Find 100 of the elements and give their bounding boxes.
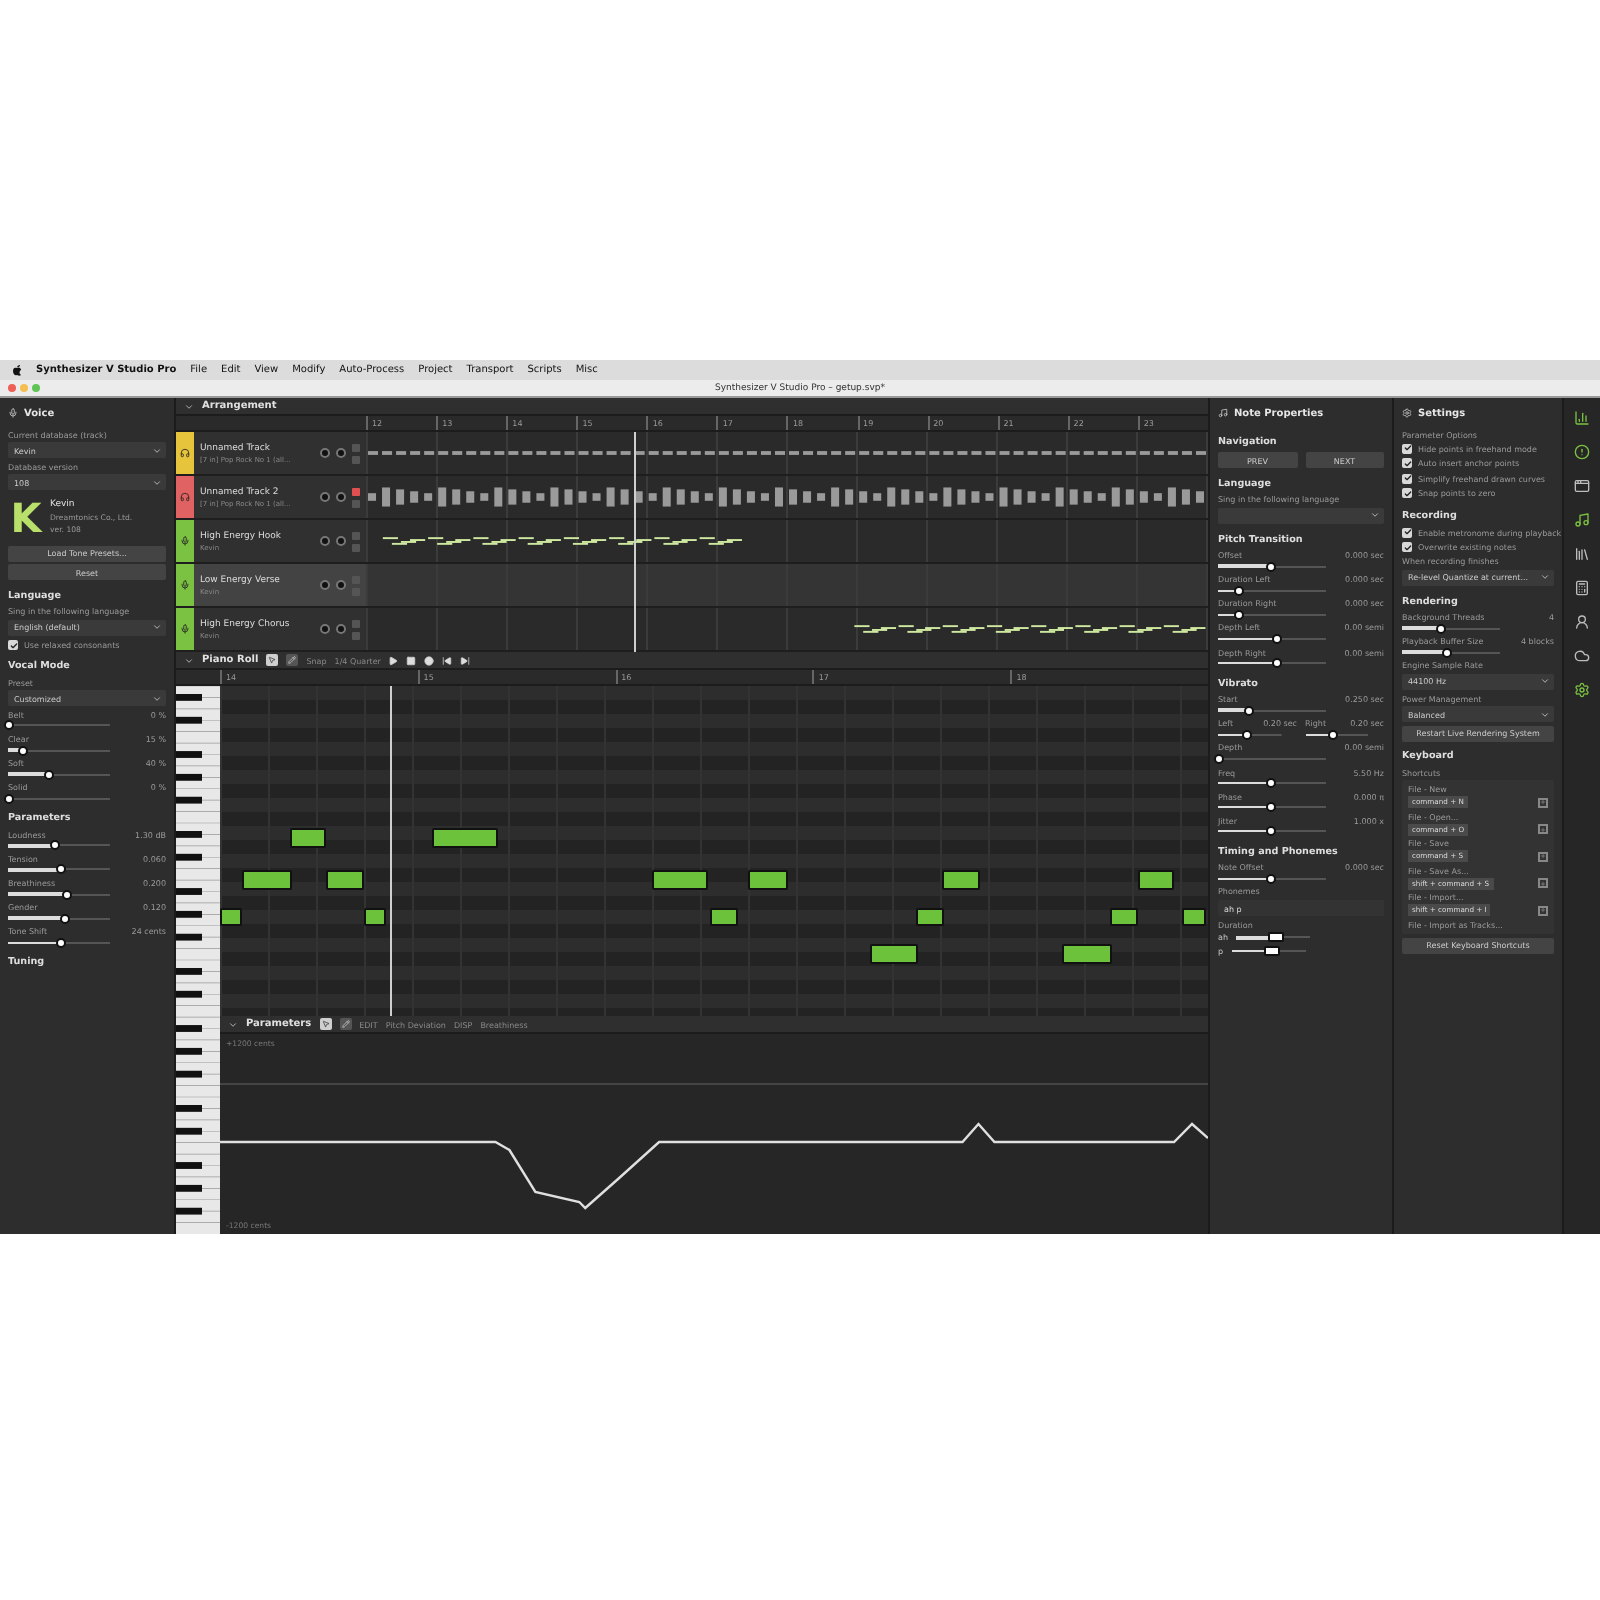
checkbox[interactable] (1402, 473, 1412, 484)
slider-thumb[interactable] (18, 745, 29, 755)
slider-thumb[interactable] (1266, 802, 1277, 813)
settings-icon[interactable] (1574, 682, 1590, 698)
checkbox[interactable] (1402, 443, 1412, 454)
note[interactable] (241, 870, 292, 891)
add-button[interactable] (1538, 797, 1548, 808)
note[interactable] (431, 827, 498, 848)
note[interactable] (325, 870, 364, 891)
volume-knob[interactable] (320, 536, 330, 546)
slider-thumb[interactable] (1234, 609, 1245, 620)
slider-thumb[interactable] (1272, 658, 1283, 669)
slider-thumb[interactable] (55, 937, 66, 948)
slider-thumb[interactable] (1243, 705, 1254, 716)
books-icon[interactable] (1574, 546, 1590, 562)
add-button[interactable] (1538, 878, 1548, 889)
chevron-icon (1540, 572, 1550, 583)
chart-icon[interactable] (1574, 410, 1590, 426)
alert-icon[interactable] (1574, 444, 1590, 460)
pan-knob[interactable] (336, 492, 346, 502)
note[interactable] (1110, 907, 1138, 927)
slider-thumb[interactable] (1268, 932, 1285, 943)
chevron-icon[interactable] (228, 1019, 238, 1029)
add-button[interactable] (1538, 851, 1548, 862)
rewind-icon[interactable] (442, 655, 453, 665)
person-icon[interactable] (1574, 614, 1590, 630)
note[interactable] (652, 870, 709, 891)
note[interactable] (916, 907, 944, 927)
record-icon[interactable] (424, 655, 435, 665)
slider-thumb[interactable] (1266, 826, 1277, 837)
chevron-icon[interactable] (184, 401, 194, 411)
chevron-icon (152, 693, 162, 704)
slider-thumb[interactable] (62, 889, 73, 900)
note[interactable] (942, 870, 980, 891)
slider-thumb[interactable] (49, 840, 60, 851)
mic-icon (180, 580, 190, 590)
note[interactable] (220, 907, 242, 927)
slider[interactable] (1218, 753, 1326, 764)
headphones-icon (180, 492, 190, 502)
volume-knob[interactable] (320, 624, 330, 634)
pitch-curve[interactable] (220, 1122, 1208, 1210)
chevron-icon[interactable] (184, 655, 194, 665)
slider-thumb[interactable] (1266, 873, 1277, 884)
pan-knob[interactable] (336, 624, 346, 634)
music-note-icon (1218, 408, 1228, 418)
note[interactable] (1138, 870, 1174, 891)
slider-thumb[interactable] (59, 913, 70, 924)
volume-knob[interactable] (320, 492, 330, 502)
note[interactable] (748, 870, 789, 891)
calculator-icon[interactable] (1574, 580, 1590, 596)
slider-thumb[interactable] (1234, 585, 1245, 596)
cloud-icon[interactable] (1574, 648, 1590, 664)
pan-knob[interactable] (336, 580, 346, 590)
slider[interactable] (8, 720, 111, 731)
select-tool-button[interactable] (266, 654, 279, 666)
play-icon[interactable] (388, 655, 399, 665)
note[interactable] (1062, 943, 1113, 964)
checkbox[interactable] (8, 640, 18, 651)
checkbox[interactable] (1402, 542, 1412, 553)
window-icon[interactable] (1574, 478, 1590, 494)
slider-thumb[interactable] (1272, 633, 1283, 644)
slider-thumb[interactable] (1241, 729, 1252, 740)
stop-icon[interactable] (406, 655, 417, 665)
piano-keyboard[interactable] (176, 686, 220, 1234)
chevron-icon (1370, 510, 1380, 521)
checkbox[interactable] (1402, 527, 1412, 538)
slider-thumb[interactable] (1436, 623, 1447, 634)
slider-thumb[interactable] (1263, 945, 1280, 956)
pan-knob[interactable] (336, 536, 346, 546)
select-tool-button[interactable] (319, 1018, 332, 1030)
volume-knob[interactable] (320, 448, 330, 458)
slider-thumb[interactable] (44, 769, 55, 780)
note[interactable] (869, 943, 919, 964)
slider-thumb[interactable] (1266, 561, 1277, 572)
slider-thumb[interactable] (1266, 778, 1277, 788)
pan-knob[interactable] (336, 448, 346, 458)
close-button[interactable] (8, 384, 16, 392)
slider-thumb[interactable] (3, 720, 13, 731)
note[interactable] (363, 907, 387, 927)
slider[interactable] (8, 793, 111, 804)
slider-thumb[interactable] (1441, 647, 1452, 658)
chevron-icon (1540, 676, 1550, 687)
checkbox[interactable] (1402, 488, 1412, 499)
add-button[interactable] (1538, 905, 1548, 916)
slider-thumb[interactable] (56, 864, 67, 875)
note[interactable] (289, 827, 326, 848)
mute-button[interactable] (352, 487, 360, 495)
note[interactable] (709, 907, 738, 927)
checkbox[interactable] (1402, 458, 1412, 469)
note[interactable] (1182, 907, 1206, 927)
slider-thumb[interactable] (3, 793, 13, 804)
pencil-tool-button[interactable] (339, 1018, 352, 1030)
slider-thumb[interactable] (1328, 729, 1339, 740)
volume-knob[interactable] (320, 580, 330, 590)
chevron-icon (1540, 709, 1550, 720)
music-note-icon[interactable] (1574, 512, 1590, 528)
slider-thumb[interactable] (1213, 753, 1223, 764)
pencil-tool-button[interactable] (286, 654, 299, 666)
add-button[interactable] (1538, 824, 1548, 835)
forward-icon[interactable] (460, 655, 471, 665)
